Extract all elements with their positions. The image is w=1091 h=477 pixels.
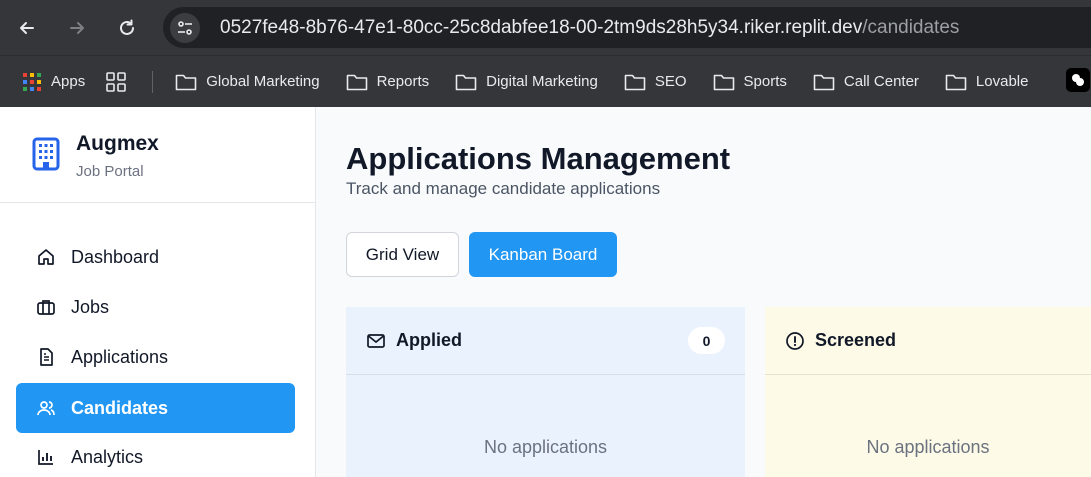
sidebar-item-label: Candidates [71, 397, 169, 418]
bookmark-label: Apps [51, 73, 86, 90]
url-text[interactable]: 0527fe48-8b76-47e1-80cc-25c8dabfee18-00-… [220, 17, 959, 39]
sidebar-item-label: Jobs [71, 296, 110, 317]
forward-icon[interactable] [64, 15, 90, 41]
bookmark-digital-marketing[interactable]: Digital Marketing [449, 67, 604, 97]
brand-subtitle: Job Portal [76, 163, 144, 180]
extension-icon[interactable] [1066, 68, 1090, 92]
bookmark-seo[interactable]: SEO [618, 67, 693, 97]
url-host: 0527fe48-8b76-47e1-80cc-25c8dabfee18-00-… [220, 16, 863, 38]
main-content: Applications Management Track and manage… [317, 107, 1091, 477]
bookmark-call-center[interactable]: Call Center [807, 67, 925, 97]
mail-icon [366, 331, 386, 351]
folder-icon [624, 74, 646, 90]
column-count-badge: 0 [688, 327, 725, 354]
column-header: Applied 0 [346, 307, 745, 375]
page-subtitle: Track and manage candidate applications [346, 179, 661, 198]
bookmark-label: Sports [743, 73, 787, 90]
folder-icon [813, 74, 835, 90]
users-icon [35, 397, 57, 419]
address-bar[interactable]: 0527fe48-8b76-47e1-80cc-25c8dabfee18-00-… [163, 7, 1091, 48]
document-icon [35, 346, 57, 368]
bookmark-sports[interactable]: Sports [707, 67, 793, 97]
sidebar-item-dashboard[interactable]: Dashboard [16, 232, 295, 282]
bookmark-label: Global Marketing [206, 73, 320, 90]
grid-view-button[interactable]: Grid View [346, 232, 459, 277]
sidebar-item-label: Analytics [71, 446, 144, 467]
sidebar-item-candidates[interactable]: Candidates [16, 383, 295, 433]
home-icon [35, 246, 57, 268]
sidebar-item-jobs[interactable]: Jobs [16, 282, 295, 332]
alert-circle-icon [785, 331, 805, 351]
brand-header: Augmex Job Portal [0, 107, 315, 203]
browser-toolbar: 0527fe48-8b76-47e1-80cc-25c8dabfee18-00-… [0, 0, 1091, 55]
sidebar-item-applications[interactable]: Applications [16, 332, 295, 382]
column-title: Applied [396, 330, 462, 350]
bookmark-label: Reports [376, 73, 430, 90]
column-title: Screened [815, 330, 897, 350]
kanban-column-applied: Applied 0 No applications [346, 307, 745, 477]
kanban-column-screened: Screened No applications [765, 307, 1091, 477]
folder-icon [455, 74, 477, 90]
sidebar-item-label: Applications [71, 346, 169, 367]
empty-state: No applications [483, 437, 608, 457]
bookmark-label: SEO [654, 73, 687, 90]
site-settings-icon[interactable] [170, 12, 200, 43]
folder-icon [175, 74, 197, 90]
bookmark-apps[interactable]: Apps [16, 67, 91, 97]
reload-icon[interactable] [114, 15, 140, 41]
bookmark-global-marketing[interactable]: Global Marketing [169, 67, 325, 97]
apps-grid-icon [23, 72, 41, 91]
bookmark-label: Lovable [975, 73, 1029, 90]
folder-icon [945, 74, 967, 90]
page-title: Applications Management [346, 141, 731, 176]
bookmark-label: Digital Marketing [486, 73, 598, 90]
folder-icon [713, 74, 734, 90]
bar-chart-icon [35, 446, 57, 468]
bookmark-lovable[interactable]: Lovable [939, 67, 1035, 97]
tab-groups-icon[interactable] [99, 67, 142, 97]
column-header: Screened [765, 307, 1091, 375]
empty-state: No applications [866, 437, 990, 457]
sidebar-item-label: Dashboard [71, 246, 160, 267]
bookmarks-bar: Apps Global Marketing Reports Digital Ma… [0, 55, 1091, 107]
kanban-board-button[interactable]: Kanban Board [469, 232, 617, 277]
url-path: /candidates [862, 16, 960, 38]
building-icon [32, 137, 60, 171]
bookmark-reports[interactable]: Reports [340, 67, 436, 97]
brand-name: Augmex [76, 132, 159, 155]
folder-icon [346, 74, 367, 90]
briefcase-icon [35, 296, 57, 318]
sidebar-item-analytics[interactable]: Analytics [16, 432, 295, 477]
bookmark-label: Call Center [843, 73, 919, 90]
sidebar: Augmex Job Portal Dashboard Jobs Applica… [0, 107, 316, 477]
back-icon[interactable] [14, 15, 40, 41]
bookmarks-divider [152, 70, 154, 93]
